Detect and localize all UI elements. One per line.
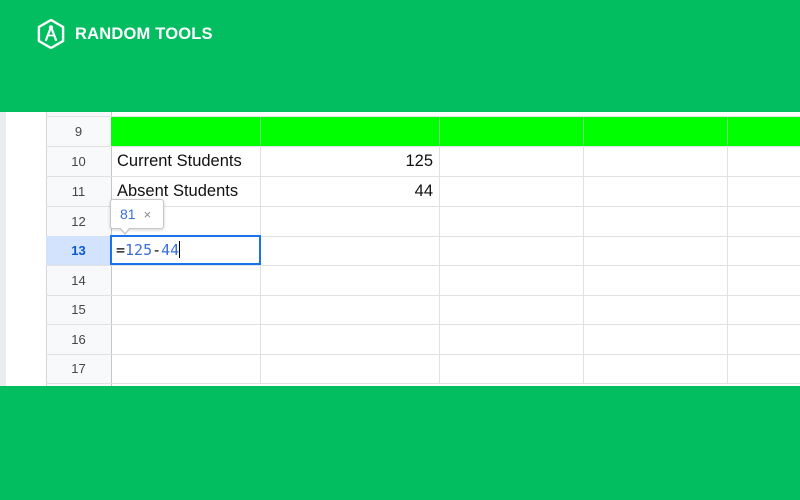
cell-c10[interactable] [440, 147, 584, 176]
cell-b16[interactable] [261, 325, 440, 354]
table-row: 16 [46, 325, 800, 355]
cell-d11[interactable] [584, 177, 728, 206]
formula-operand-2: 44 [161, 241, 180, 259]
table-row: 9 [46, 117, 800, 147]
bottom-banner [0, 386, 800, 500]
cell-d9[interactable] [584, 117, 728, 146]
cell-d17[interactable] [584, 354, 728, 383]
top-banner: RANDOM TOOLS [0, 0, 800, 112]
cell-d13[interactable] [584, 236, 728, 265]
cell-e16[interactable] [728, 325, 800, 354]
row-number[interactable]: 14 [46, 266, 111, 295]
cell-d10[interactable] [584, 147, 728, 176]
cell-value: 125 [405, 152, 433, 170]
cell-c12[interactable] [440, 207, 584, 236]
cell-e14[interactable] [728, 266, 800, 295]
brand-logo: RANDOM TOOLS [36, 19, 213, 49]
compass-logo-icon [37, 19, 65, 49]
cell-c16[interactable] [440, 325, 584, 354]
cell-c17[interactable] [440, 354, 584, 383]
cell-c11[interactable] [440, 177, 584, 206]
brand-name: RANDOM TOOLS [75, 24, 213, 43]
row-number[interactable]: 15 [46, 295, 111, 324]
cell-c13[interactable] [440, 236, 584, 265]
row-number[interactable]: 10 [46, 147, 111, 176]
cell-d12[interactable] [584, 207, 728, 236]
cell-a9[interactable] [111, 117, 261, 146]
cell-a16[interactable] [111, 325, 261, 354]
cell-c15[interactable] [440, 295, 584, 324]
cell-e10[interactable] [728, 147, 800, 176]
cell-a14[interactable] [111, 266, 261, 295]
row-number[interactable]: 9 [46, 117, 111, 146]
formula-equals: = [116, 241, 126, 259]
row-number-active[interactable]: 13 [46, 236, 111, 265]
cell-d16[interactable] [584, 325, 728, 354]
cell-c14[interactable] [440, 266, 584, 295]
cell-e9[interactable] [728, 117, 800, 146]
cell-e13[interactable] [728, 236, 800, 265]
row-number[interactable]: 11 [46, 177, 111, 206]
cell-b14[interactable] [261, 266, 440, 295]
row-number[interactable]: 12 [46, 207, 111, 236]
cell-b9[interactable] [261, 117, 440, 146]
row-number[interactable]: 17 [46, 354, 111, 383]
cell-b15[interactable] [261, 295, 440, 324]
spreadsheet-grid[interactable]: 9 10 Current Students 125 11 Absent Stud… [0, 112, 800, 386]
tooltip-pointer [119, 227, 131, 235]
formula-operand-1: 125 [125, 241, 153, 259]
cell-e17[interactable] [728, 354, 800, 383]
cell-e15[interactable] [728, 295, 800, 324]
cell-b17[interactable] [261, 354, 440, 383]
sheet-gutter [6, 112, 46, 386]
table-row: 14 [46, 266, 800, 296]
cell-d14[interactable] [584, 266, 728, 295]
cell-b12[interactable] [261, 207, 440, 236]
cell-c9[interactable] [440, 117, 584, 146]
cell-e11[interactable] [728, 177, 800, 206]
cell-a15[interactable] [111, 295, 261, 324]
text-caret [179, 241, 181, 258]
cell-a17[interactable] [111, 354, 261, 383]
cell-text: Current Students [117, 152, 242, 170]
cell-e12[interactable] [728, 207, 800, 236]
active-cell-formula-editor[interactable]: =125-44 [110, 235, 261, 265]
formula-operator: - [152, 241, 162, 259]
cell-a10[interactable]: Current Students [111, 147, 261, 176]
cell-b11[interactable]: 44 [261, 177, 440, 206]
cell-d15[interactable] [584, 295, 728, 324]
preview-value: 81 [120, 206, 136, 222]
cell-value: 44 [414, 182, 433, 200]
table-row: 15 [46, 295, 800, 325]
cell-b10[interactable]: 125 [261, 147, 440, 176]
row-number[interactable]: 16 [46, 325, 111, 354]
table-row: 10 Current Students 125 [46, 147, 800, 177]
close-icon[interactable]: × [144, 207, 152, 222]
cell-b13[interactable] [261, 236, 440, 265]
table-row: 17 [46, 354, 800, 384]
formula-result-preview: 81 × [110, 199, 164, 235]
